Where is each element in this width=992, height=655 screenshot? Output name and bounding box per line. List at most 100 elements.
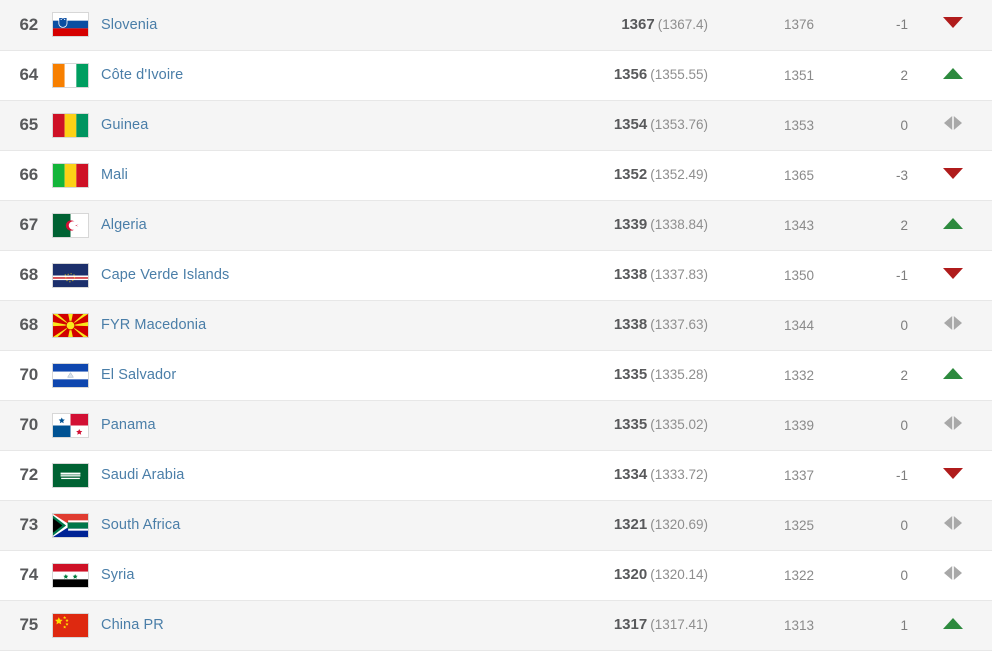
previous-points-value: 1339	[783, 417, 814, 433]
team-name-link[interactable]: China PR	[101, 617, 164, 633]
table-row[interactable]: 74 Syria 1320 (1320.14) 1322 0	[0, 550, 992, 600]
points-value: 1356	[613, 66, 648, 83]
ranking-table-body: 62 Slovenia 1367 (1367.4) 1376 -1 64 Côt…	[0, 0, 992, 650]
movement-cell	[914, 100, 992, 150]
team-name-link[interactable]: FYR Macedonia	[101, 317, 206, 333]
rank-number: 64	[19, 65, 38, 84]
table-row[interactable]: 68 FYR Macedonia 1338 (1337.63) 1344 0	[0, 300, 992, 350]
table-row[interactable]: 70 Panama 1335 (1335.02) 1339 0	[0, 400, 992, 450]
points-value: 1354	[613, 116, 648, 133]
movement-cell	[914, 200, 992, 250]
team-cell: Guinea	[92, 100, 498, 150]
movement-cell	[914, 250, 992, 300]
team-name-link[interactable]: South Africa	[101, 517, 180, 533]
table-row[interactable]: 70 El Salvador 1335 (1335.28) 1332 2	[0, 350, 992, 400]
rank-number: 70	[19, 415, 38, 434]
flag-cell	[48, 100, 92, 150]
points-cell: 1367 (1367.4)	[498, 0, 708, 50]
table-row[interactable]: 62 Slovenia 1367 (1367.4) 1376 -1	[0, 0, 992, 50]
points-value: 1338	[613, 266, 648, 283]
flag-cell	[48, 400, 92, 450]
previous-points-value: 1325	[783, 517, 814, 533]
team-cell: Cape Verde Islands	[92, 250, 498, 300]
points-cell: 1320 (1320.14)	[498, 550, 708, 600]
movement-cell	[914, 150, 992, 200]
rank-change-value: 2	[900, 67, 908, 83]
arrow-down-icon	[940, 12, 966, 32]
flag-guinea-icon	[52, 112, 89, 138]
flag-cell	[48, 600, 92, 650]
points-exact-value: (1337.63)	[650, 317, 708, 332]
points-exact-value: (1335.28)	[650, 367, 708, 382]
ranking-table: 62 Slovenia 1367 (1367.4) 1376 -1 64 Côt…	[0, 0, 992, 651]
rank-change-value: 0	[900, 517, 908, 533]
points-value: 1367	[621, 15, 655, 33]
rank-number: 73	[19, 515, 38, 534]
table-row[interactable]: 66 Mali 1352 (1352.49) 1365 -3	[0, 150, 992, 200]
points-exact-value: (1320.14)	[650, 567, 708, 582]
team-cell: Côte d'Ivoire	[92, 50, 498, 100]
flag-cell	[48, 300, 92, 350]
team-name-link[interactable]: Panama	[101, 417, 156, 433]
team-cell: China PR	[92, 600, 498, 650]
team-name-link[interactable]: Algeria	[101, 217, 147, 233]
flag-cell	[48, 200, 92, 250]
team-cell: FYR Macedonia	[92, 300, 498, 350]
rank-number: 68	[19, 265, 38, 284]
rank-change-value: 2	[900, 367, 908, 383]
team-cell: Mali	[92, 150, 498, 200]
team-name-link[interactable]: Slovenia	[101, 17, 157, 33]
flag-cell	[48, 150, 92, 200]
team-name-link[interactable]: Mali	[101, 167, 128, 183]
table-row[interactable]: 65 Guinea 1354 (1353.76) 1353 0	[0, 100, 992, 150]
rank-change-value: 0	[900, 567, 908, 583]
points-exact-value: (1367.4)	[657, 16, 708, 32]
points-cell: 1321 (1320.69)	[498, 500, 708, 550]
team-cell: Saudi Arabia	[92, 450, 498, 500]
team-name-link[interactable]: Syria	[101, 567, 135, 583]
points-value: 1339	[613, 216, 648, 233]
table-row[interactable]: 64 Côte d'Ivoire 1356 (1355.55) 1351 2	[0, 50, 992, 100]
team-name-link[interactable]: Saudi Arabia	[101, 467, 184, 483]
rank-number: 62	[19, 14, 38, 34]
movement-cell	[914, 500, 992, 550]
rank-number: 67	[19, 215, 38, 234]
previous-points-value: 1344	[783, 317, 814, 333]
table-row[interactable]: 68 Cape Verde Islands 1338 (1337.83) 1350…	[0, 250, 992, 300]
points-cell: 1356 (1355.55)	[498, 50, 708, 100]
table-row[interactable]: 72 Saudi Arabia 1334 (1333.72) 1337 -1	[0, 450, 992, 500]
flag-cell	[48, 350, 92, 400]
team-cell: South Africa	[92, 500, 498, 550]
flag-cell	[48, 500, 92, 550]
flag-saudi-arabia-icon	[52, 462, 89, 488]
rank-change-value: -3	[895, 167, 908, 183]
team-name-link[interactable]: El Salvador	[101, 367, 176, 383]
points-value: 1335	[613, 366, 648, 383]
flag-slovenia-icon	[52, 12, 89, 38]
arrow-down-icon	[940, 263, 966, 283]
team-name-link[interactable]: Guinea	[101, 117, 148, 133]
flag-cell	[48, 0, 92, 50]
points-cell: 1317 (1317.41)	[498, 600, 708, 650]
previous-points-value: 1376	[783, 17, 814, 33]
points-exact-value: (1338.84)	[650, 217, 708, 232]
arrow-same-icon	[940, 113, 966, 133]
rank-change-value: 0	[900, 317, 908, 333]
table-row[interactable]: 75 China PR 1317 (1317.41) 1313 1	[0, 600, 992, 650]
points-exact-value: (1320.69)	[650, 517, 708, 532]
rank-number: 74	[19, 565, 38, 584]
arrow-up-icon	[940, 213, 966, 233]
team-name-link[interactable]: Côte d'Ivoire	[101, 67, 183, 83]
table-row[interactable]: 67 Algeria 1339 (1338.84) 1343 2	[0, 200, 992, 250]
points-cell: 1352 (1352.49)	[498, 150, 708, 200]
table-row[interactable]: 73 South Africa 1321 (1320.69) 1325 0	[0, 500, 992, 550]
rank-change-value: -1	[895, 17, 908, 33]
previous-points-value: 1365	[783, 167, 814, 183]
rank-change-value: -1	[895, 467, 908, 483]
movement-cell	[914, 350, 992, 400]
points-cell: 1338 (1337.63)	[498, 300, 708, 350]
team-name-link[interactable]: Cape Verde Islands	[101, 267, 229, 283]
previous-points-value: 1353	[783, 117, 814, 133]
arrow-up-icon	[940, 63, 966, 83]
flag-china-icon	[52, 612, 89, 638]
